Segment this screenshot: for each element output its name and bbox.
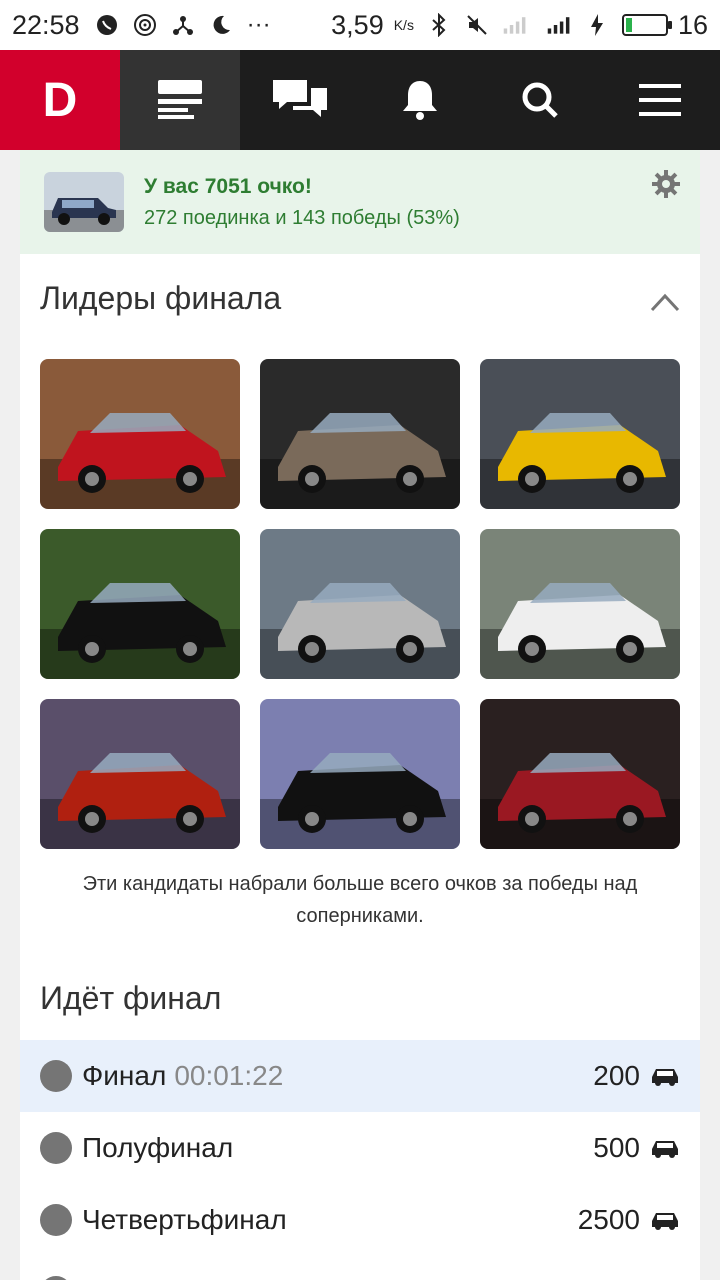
stage-name: Финал bbox=[82, 1060, 167, 1091]
leader-photo-yellow-bmw[interactable] bbox=[480, 359, 680, 509]
search-icon[interactable] bbox=[480, 50, 600, 150]
car-icon bbox=[650, 1137, 680, 1159]
leaders-caption: Эти кандидаты набрали больше всего очков… bbox=[82, 873, 638, 927]
stage-count: 200 bbox=[593, 1060, 640, 1091]
leader-photo-black-toyota[interactable] bbox=[40, 529, 240, 679]
status-bar: 22:58 ··· 3,59 K/s 16 bbox=[0, 0, 720, 50]
stage-name: Полуфинал bbox=[82, 1132, 234, 1163]
stage-name: Четвертьфинал bbox=[82, 1204, 287, 1235]
stage-row-partial bbox=[20, 1256, 700, 1280]
leader-photo-silver-bmw[interactable] bbox=[260, 529, 460, 679]
speed-unit: K/s bbox=[393, 17, 414, 33]
battery-percent: 16 bbox=[677, 9, 708, 40]
leader-photo-black-nissan[interactable] bbox=[260, 699, 460, 849]
progress-clock-icon bbox=[40, 1060, 72, 1092]
leaders-grid bbox=[40, 359, 680, 849]
user-car-thumbnail[interactable] bbox=[44, 172, 124, 232]
menu-icon[interactable] bbox=[600, 50, 720, 150]
stage-row-quarterfinal[interactable]: Четвертьфинал 2500 bbox=[20, 1184, 700, 1256]
more-notifications-icon: ··· bbox=[246, 11, 271, 38]
signal-4g-icon bbox=[546, 12, 572, 38]
share-nodes-icon bbox=[170, 12, 196, 38]
bluetooth-icon bbox=[426, 12, 452, 38]
stage-row-semifinal[interactable]: Полуфинал 500 bbox=[20, 1112, 700, 1184]
gear-icon[interactable] bbox=[652, 170, 680, 198]
leader-photo-red-lada[interactable] bbox=[40, 359, 240, 509]
final-section: Идёт финал Финал 00:01:22 200 Полуфинал … bbox=[20, 960, 700, 1280]
stage-dot-icon bbox=[40, 1132, 72, 1164]
score-title: У вас 7051 очко! bbox=[144, 174, 312, 198]
messages-icon[interactable] bbox=[240, 50, 360, 150]
battery-icon bbox=[621, 14, 672, 36]
mute-icon bbox=[464, 12, 490, 38]
stage-count: 2500 bbox=[577, 1204, 640, 1235]
final-title: Идёт финал bbox=[40, 980, 222, 1016]
drive2-logo[interactable]: D bbox=[0, 50, 120, 150]
feed-icon[interactable] bbox=[120, 50, 240, 150]
network-speed: 3,59 bbox=[331, 9, 384, 40]
app-navbar: D bbox=[0, 50, 720, 150]
stage-row-final[interactable]: Финал 00:01:22 200 bbox=[20, 1040, 700, 1112]
target-icon bbox=[132, 12, 158, 38]
car-icon bbox=[650, 1209, 680, 1231]
status-time: 22:58 bbox=[12, 9, 80, 40]
notifications-bell-icon[interactable] bbox=[360, 50, 480, 150]
charging-icon bbox=[584, 12, 610, 38]
moon-icon bbox=[208, 12, 234, 38]
signal-empty-icon bbox=[502, 12, 528, 38]
stage-count: 500 bbox=[593, 1132, 640, 1163]
leader-photo-car-interior[interactable] bbox=[260, 359, 460, 509]
stage-dot-icon bbox=[40, 1276, 72, 1280]
leader-photo-white-camaro[interactable] bbox=[480, 529, 680, 679]
leaders-section: Лидеры финала Эти кандидаты набрали боль… bbox=[20, 254, 700, 960]
leader-photo-red-lexus[interactable] bbox=[480, 699, 680, 849]
viber-icon bbox=[94, 12, 120, 38]
stage-timer: 00:01:22 bbox=[174, 1060, 284, 1091]
stage-dot-icon bbox=[40, 1204, 72, 1236]
car-icon bbox=[650, 1065, 680, 1087]
score-card: У вас 7051 очко! 272 поединка и 143 побе… bbox=[20, 150, 700, 254]
chevron-up-icon[interactable] bbox=[650, 292, 680, 312]
leader-photo-red-mitsubishi[interactable] bbox=[40, 699, 240, 849]
leaders-title: Лидеры финала bbox=[40, 280, 282, 316]
score-stats: 272 поединка и 143 победы (53%) bbox=[144, 206, 460, 229]
